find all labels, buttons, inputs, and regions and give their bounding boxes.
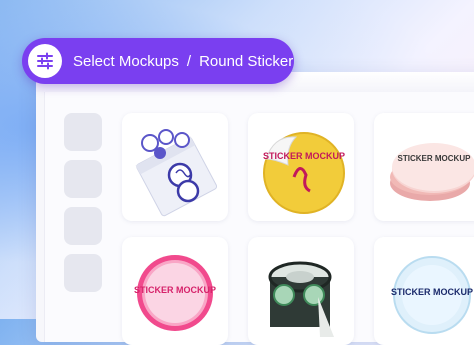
sidebar-slot-2[interactable]	[64, 160, 102, 198]
sliders-icon[interactable]	[28, 44, 62, 78]
breadcrumb: Select Mockups / Round Sticker	[22, 38, 294, 84]
sticker-text: STICKER MOCKUP	[263, 151, 345, 161]
yellow-sticker-image: STICKER MOCKUP	[263, 132, 345, 214]
sticker-text: STICKER MOCKUP	[398, 154, 472, 163]
sidebar-slot-1[interactable]	[64, 113, 102, 151]
sticker-text: STICKER MOCKUP	[134, 285, 216, 295]
mockup-card-pink-badge-sticker[interactable]: STICKER MOCKUP	[122, 237, 228, 345]
mockup-card-yellow-peel-sticker[interactable]: STICKER MOCKUP	[248, 113, 354, 221]
breadcrumb-separator: /	[186, 52, 192, 70]
sticker-text: STICKER MOCKUP	[391, 287, 473, 297]
mockup-card-pink-stack-sticker[interactable]: STICKER MOCKUP	[374, 113, 474, 221]
mockup-card-sticker-pack[interactable]	[122, 113, 228, 221]
breadcrumb-root[interactable]: Select Mockups	[73, 53, 179, 70]
pink-badge-image: STICKER MOCKUP	[134, 255, 216, 331]
sticker-pack-image	[135, 129, 218, 217]
mockup-card-clear-sticker[interactable]: STICKER MOCKUP	[374, 237, 474, 345]
clear-sticker-image: STICKER MOCKUP	[391, 256, 473, 334]
sidebar-slot-4[interactable]	[64, 254, 102, 292]
mockup-card-sticker-roll[interactable]	[248, 237, 354, 345]
sticker-roll-image	[268, 261, 334, 337]
sidebar-slot-3[interactable]	[64, 207, 102, 245]
breadcrumb-current: Round Sticker	[199, 52, 294, 70]
pink-stack-image: STICKER MOCKUP	[390, 143, 474, 201]
